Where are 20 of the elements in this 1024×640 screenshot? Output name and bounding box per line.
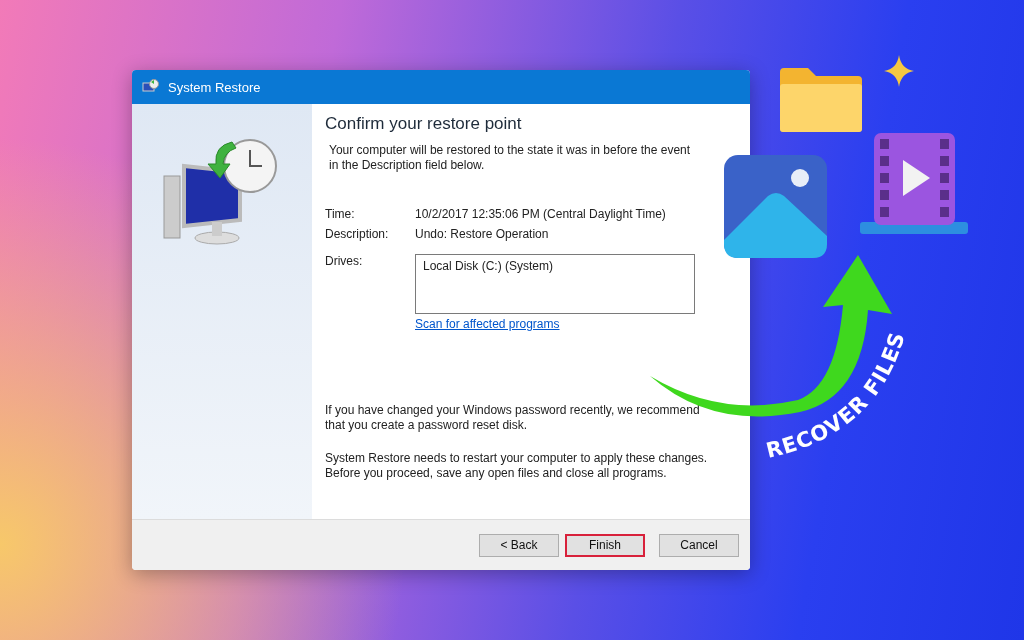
drives-label: Drives: xyxy=(325,254,364,270)
field-label: Time: xyxy=(325,207,356,222)
dialog-heading: Confirm your restore point xyxy=(325,114,523,134)
dialog-button[interactable]: Finish xyxy=(565,533,645,557)
dialog-button[interactable]: Cancel xyxy=(659,533,739,557)
drive-item[interactable]: Local Disk (C:) (System) xyxy=(423,259,687,273)
intro-text: Your computer will be restored to the state it was in before the event in the Description field below. xyxy=(329,143,692,173)
video-icon xyxy=(860,133,968,234)
restore-icon xyxy=(142,79,160,95)
field-label: Description: xyxy=(325,227,390,242)
window-title: System Restore xyxy=(168,79,261,95)
note-text: System Restore needs to restart your computer to apply these changes. Before you proceed, save any open files and close all programs. xyxy=(325,451,709,481)
field-value: 10/2/2017 12:35:06 PM (Central Daylight Time) xyxy=(415,207,667,222)
folder-icon xyxy=(780,68,862,132)
sparkle-icon xyxy=(884,55,914,87)
photo-icon xyxy=(724,155,827,258)
note-text: If you have changed your Windows password recently, we recommend that you create a password reset disk. xyxy=(325,403,701,433)
dialog-button[interactable]: < Back xyxy=(479,533,559,557)
field-value: Undo: Restore Operation xyxy=(415,227,550,242)
scan-link[interactable]: Scan for affected programs xyxy=(415,317,560,331)
